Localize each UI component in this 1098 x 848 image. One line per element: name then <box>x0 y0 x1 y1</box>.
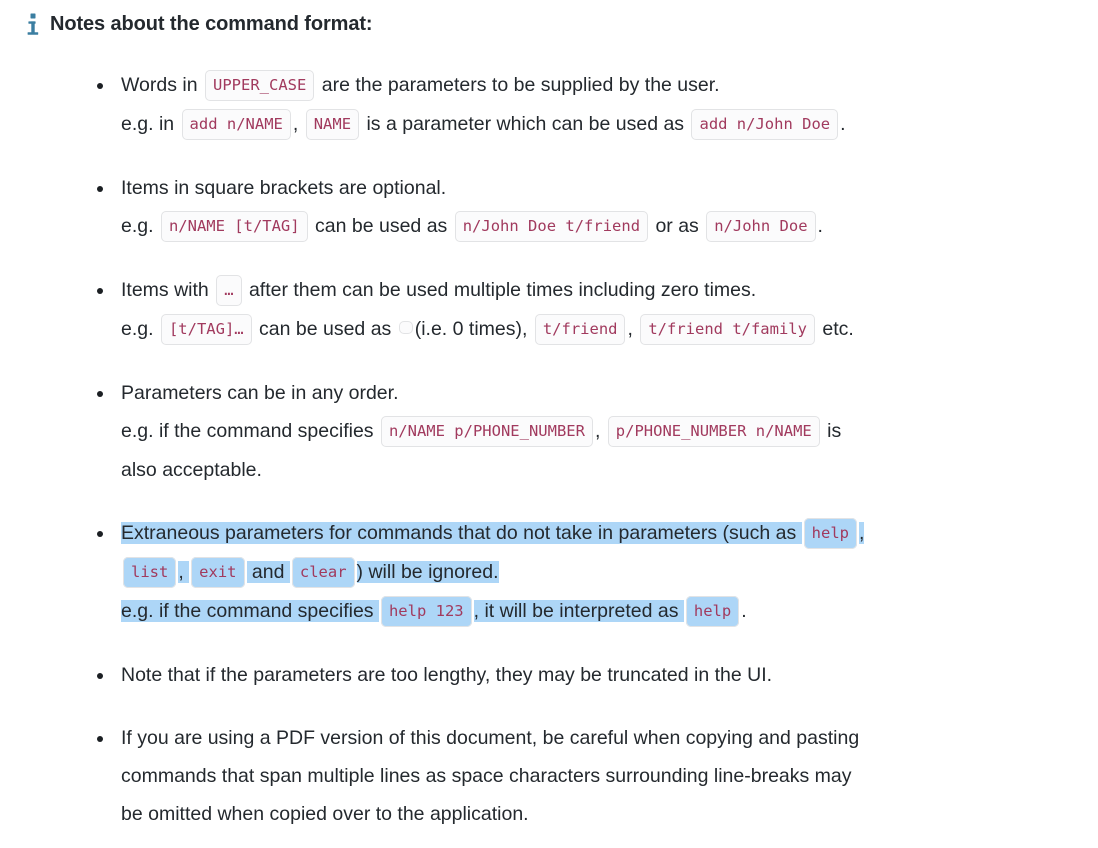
note-line: e.g. if the command specifies n/NAME p/P… <box>121 412 1078 451</box>
note-item-square-brackets-optional: Items in square brackets are optional. e.… <box>0 169 1098 246</box>
note-text: after them can be used multiple times in… <box>243 279 757 301</box>
note-text: , <box>594 420 606 442</box>
note-text: commands that span multiple lines as spa… <box>121 765 852 787</box>
note-line: If you are using a PDF version of this d… <box>121 719 1078 757</box>
code-token: t/friend <box>534 314 626 345</box>
note-text: Items with <box>121 279 215 301</box>
note-text: can be used as <box>253 318 397 340</box>
note-line: commands that span multiple lines as spa… <box>121 757 1078 795</box>
note-text: are the parameters to be supplied by the… <box>316 74 720 96</box>
note-line: Extraneous parameters for commands that … <box>121 514 1078 553</box>
note-text: , <box>178 561 190 583</box>
note-text: . <box>741 600 747 622</box>
note-text: is a parameter which can be used as <box>361 113 690 135</box>
note-text: , <box>292 113 304 135</box>
note-text: ) will be ignored. <box>356 561 499 583</box>
code-token: help 123 <box>380 596 472 627</box>
note-item-ellipsis-multiple-times: Items with … after them can be used mult… <box>0 271 1098 349</box>
notes-header: Notes about the command format: <box>0 10 1098 37</box>
note-text: can be used as <box>309 215 453 237</box>
note-item-lengthy-parameters-truncated: Note that if the parameters are too leng… <box>0 656 1098 694</box>
note-text: and <box>246 561 290 583</box>
note-text: also acceptable. <box>121 459 262 481</box>
code-token: n/John Doe t/friend <box>454 211 649 242</box>
page-title: Notes about the command format: <box>50 13 373 35</box>
code-token: n/NAME p/PHONE_NUMBER <box>380 416 593 447</box>
note-line: e.g. [t/TAG]… can be used as (i.e. 0 tim… <box>121 310 1078 349</box>
note-line: Parameters can be in any order. <box>121 374 1078 412</box>
code-token: … <box>216 275 242 306</box>
note-text: e.g. if the command specifies <box>121 420 379 442</box>
note-text: e.g. in <box>121 113 180 135</box>
code-token: UPPER_CASE <box>205 70 315 101</box>
note-item-upper-case-params: Words in UPPER_CASE are the parameters t… <box>0 66 1098 144</box>
note-text: e.g. <box>121 318 159 340</box>
note-line: list, exit and clear) will be ignored. <box>121 553 1078 592</box>
note-text: , it will be interpreted as <box>473 600 684 622</box>
note-text: Note that if the parameters are too leng… <box>121 664 773 686</box>
code-token: t/friend t/family <box>640 314 815 345</box>
note-item-parameters-any-order: Parameters can be in any order. e.g. if t… <box>0 374 1098 489</box>
note-line: e.g. n/NAME [t/TAG] can be used as n/Joh… <box>121 207 1078 246</box>
note-text: . <box>840 113 846 135</box>
code-token: help <box>803 518 857 549</box>
note-text: (i.e. 0 times), <box>414 318 533 340</box>
note-line: also acceptable. <box>121 451 1078 489</box>
note-line: Words in UPPER_CASE are the parameters t… <box>121 66 1078 105</box>
note-text: be omitted when copied over to the appli… <box>121 803 529 825</box>
note-item-pdf-copy-paste-warning: If you are using a PDF version of this d… <box>0 719 1098 833</box>
note-line: Items with … after them can be used mult… <box>121 271 1078 310</box>
code-token: add n/John Doe <box>691 109 839 140</box>
note-line: e.g. if the command specifies help 123, … <box>121 592 1078 631</box>
note-text: or as <box>650 215 705 237</box>
note-text: , <box>627 318 639 340</box>
code-token: n/NAME [t/TAG] <box>160 211 308 242</box>
note-text: , <box>859 522 865 544</box>
code-token: p/PHONE_NUMBER n/NAME <box>607 416 820 447</box>
code-token: n/John Doe <box>706 211 816 242</box>
code-token: [t/TAG]… <box>160 314 252 345</box>
info-icon <box>16 10 50 37</box>
note-text: If you are using a PDF version of this d… <box>121 727 860 749</box>
note-line: e.g. in add n/NAME, NAME is a parameter … <box>121 105 1078 144</box>
code-token: add n/NAME <box>181 109 291 140</box>
note-line: Note that if the parameters are too leng… <box>121 656 1078 694</box>
note-line: Items in square brackets are optional. <box>121 169 1078 207</box>
note-text: e.g. <box>121 215 159 237</box>
code-token: NAME <box>305 109 360 140</box>
code-token <box>398 321 413 334</box>
code-token: exit <box>191 557 245 588</box>
note-text: etc. <box>816 318 854 340</box>
note-text: Extraneous parameters for commands that … <box>121 522 802 544</box>
note-line: be omitted when copied over to the appli… <box>121 795 1078 833</box>
notes-callout: Notes about the command format: Words in… <box>0 0 1098 833</box>
note-text: Parameters can be in any order. <box>121 382 399 404</box>
code-token: help <box>685 596 740 627</box>
code-token: list <box>123 557 177 588</box>
notes-list: Words in UPPER_CASE are the parameters t… <box>0 66 1098 833</box>
note-item-extraneous-parameters-ignored: Extraneous parameters for commands that … <box>0 514 1098 631</box>
note-text: . <box>817 215 823 237</box>
note-text: Items in square brackets are optional. <box>121 177 447 199</box>
note-text: e.g. if the command specifies <box>121 600 379 622</box>
note-text: is <box>821 420 842 442</box>
note-text: Words in <box>121 74 203 96</box>
code-token: clear <box>291 557 355 588</box>
